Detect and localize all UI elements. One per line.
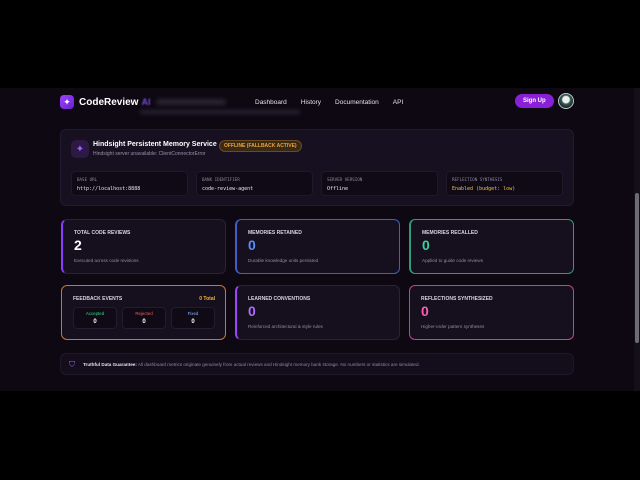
feedback-label: Rejected [135, 311, 153, 316]
card-label: MEMORIES RETAINED [248, 230, 302, 236]
reflection-synthesis-label: REFLECTION SYNTHESIS [452, 177, 503, 182]
memories-recalled-card: MEMORIES RECALLED 0 Applied to guide cod… [409, 219, 574, 274]
nav-link-api[interactable]: API [393, 99, 403, 106]
service-subtitle: Hindsight server unavailable: ClientConn… [93, 151, 206, 157]
nav-link-history[interactable]: History [301, 99, 321, 106]
feedback-value: 0 [191, 319, 195, 325]
memories-retained-card: MEMORIES RETAINED 0 Durable knowledge un… [235, 219, 400, 274]
card-label: TOTAL CODE REVIEWS [74, 230, 131, 236]
feedback-label: Fixed [187, 311, 199, 316]
guarantee-title: Truthful Data Guarantee: [83, 362, 137, 367]
nav-link-documentation[interactable]: Documentation [335, 99, 379, 106]
card-value: 0 [422, 237, 430, 253]
blurred-subheader [140, 110, 300, 114]
scrollbar[interactable] [634, 88, 640, 391]
guarantee-body: All dashboard metrics originate genuinel… [137, 362, 420, 367]
card-label: REFLECTIONS SYNTHESIZED [421, 296, 493, 302]
nav-link-dashboard[interactable]: Dashboard [255, 99, 287, 106]
avatar[interactable] [558, 93, 574, 109]
card-description: Durable knowledge units persisted [248, 258, 319, 263]
card-value: 2 [74, 237, 82, 253]
guarantee-text: Truthful Data Guarantee: All dashboard m… [83, 362, 420, 367]
card-value: 0 [248, 303, 256, 319]
brand-name[interactable]: CodeReview [79, 97, 138, 108]
sign-up-button[interactable]: Sign Up [515, 94, 554, 108]
card-label: FEEDBACK EVENTS [73, 296, 123, 302]
feedback-label: Accepted [85, 311, 105, 316]
server-version-label: SERVER VERSION [327, 177, 363, 182]
learned-conventions-card: LEARNED CONVENTIONS 0 Reinforced archite… [235, 285, 400, 340]
service-title: Hindsight Persistent Memory Service [93, 141, 217, 148]
reflection-synthesis-value: Enabled (budget: low) [452, 186, 516, 192]
status-badge: OFFLINE (FALLBACK ACTIVE) [219, 140, 302, 152]
brand-suffix: AI [141, 97, 151, 107]
logo-icon[interactable]: ✦ [60, 95, 74, 109]
card-description: Applied to guide code reviews [422, 258, 484, 263]
nav-links: Dashboard History Documentation API [255, 99, 403, 106]
total-reviews-card: TOTAL CODE REVIEWS 2 Executed across cod… [61, 219, 226, 274]
card-value: 0 [248, 237, 256, 253]
card-description: Higher-order pattern syntheses [421, 324, 485, 329]
feedback-value: 0 [142, 319, 146, 325]
feedback-fixed: Fixed 0 [171, 307, 215, 329]
blurred-text [156, 99, 227, 105]
bank-identifier-box: BANK IDENTIFIER code-review-agent [196, 171, 313, 196]
bank-identifier-label: BANK IDENTIFIER [202, 177, 240, 182]
feedback-value: 0 [93, 319, 97, 325]
feedback-total: 0 Total [199, 296, 215, 302]
memory-service-panel: ✦ Hindsight Persistent Memory Service OF… [60, 129, 574, 206]
shield-icon: ⛉ [69, 360, 75, 369]
data-guarantee-banner: ⛉ Truthful Data Guarantee: All dashboard… [60, 353, 574, 375]
base-url-box: BASE URL http://localhost:8888 [71, 171, 188, 196]
feedback-accepted: Accepted 0 [73, 307, 117, 329]
app-window: ✦ CodeReview AI Dashboard History Docume… [0, 88, 640, 391]
sparkle-icon: ✦ [71, 140, 89, 158]
base-url-value: http://localhost:8888 [77, 186, 141, 192]
feedback-rejected: Rejected 0 [122, 307, 166, 329]
top-nav: ✦ CodeReview AI Dashboard History Docume… [60, 92, 580, 112]
reflection-synthesis-box: REFLECTION SYNTHESIS Enabled (budget: lo… [446, 171, 563, 196]
feedback-events-card: FEEDBACK EVENTS 0 Total Accepted 0 Rejec… [61, 285, 226, 340]
reflections-synthesized-card: REFLECTIONS SYNTHESIZED 0 Higher-order p… [409, 285, 574, 340]
base-url-label: BASE URL [77, 177, 98, 182]
card-description: Executed across code revisions [74, 258, 139, 263]
server-version-box: SERVER VERSION Offline [321, 171, 438, 196]
server-version-value: Offline [327, 186, 349, 192]
card-label: MEMORIES RECALLED [422, 230, 478, 236]
scrollbar-thumb[interactable] [635, 193, 639, 343]
bank-identifier-value: code-review-agent [202, 186, 254, 192]
card-description: Reinforced architectural & style rules [248, 324, 323, 329]
card-label: LEARNED CONVENTIONS [248, 296, 311, 302]
card-value: 0 [421, 303, 429, 319]
